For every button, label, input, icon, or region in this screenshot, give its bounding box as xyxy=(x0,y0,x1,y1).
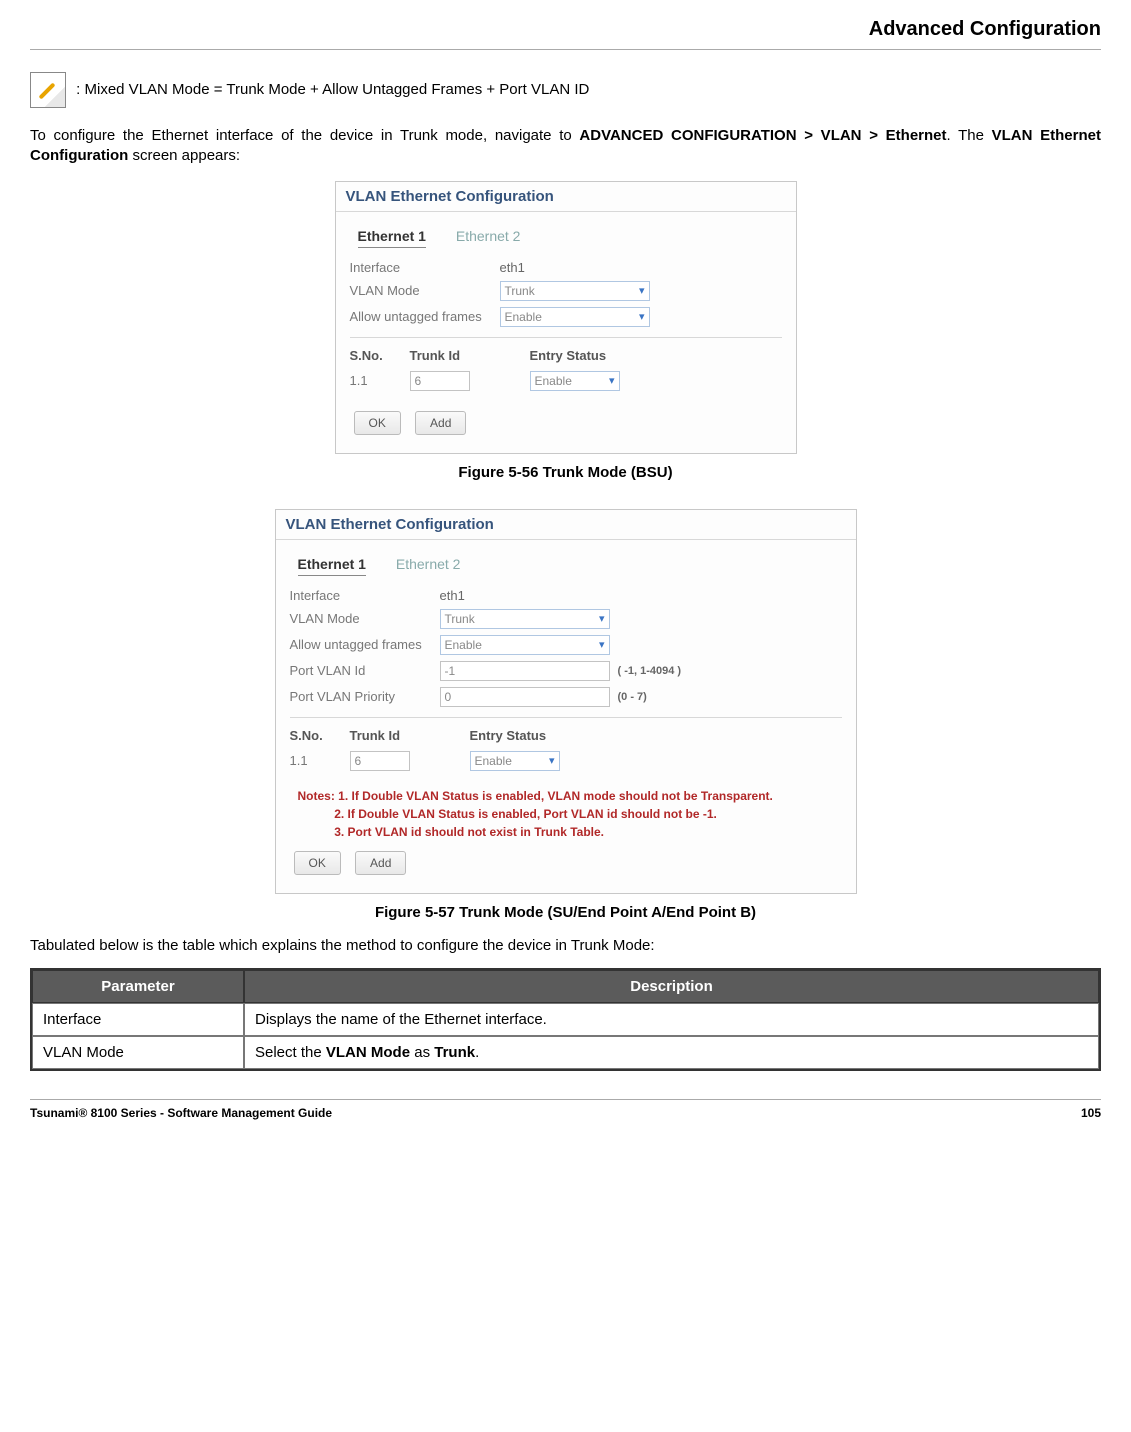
note-line: : Mixed VLAN Mode = Trunk Mode + Allow U… xyxy=(30,72,1101,108)
td-sno: 1.1 xyxy=(290,753,350,768)
divider xyxy=(30,49,1101,50)
port-vlan-id-range: ( -1, 1-4094 ) xyxy=(618,665,682,677)
figure-5-56-caption: Figure 5-56 Trunk Mode (BSU) xyxy=(30,464,1101,481)
vlan-mode-value: Trunk xyxy=(505,284,535,298)
vlan-mode-label: VLAN Mode xyxy=(290,611,440,626)
td-param: Interface xyxy=(32,1003,244,1036)
intro-path: ADVANCED CONFIGURATION > VLAN > Ethernet xyxy=(579,127,946,144)
interface-label: Interface xyxy=(350,260,500,275)
add-button[interactable]: Add xyxy=(355,851,406,875)
th-parameter: Parameter xyxy=(32,970,244,1003)
add-button[interactable]: Add xyxy=(415,411,466,435)
allow-untagged-value: Enable xyxy=(445,638,482,652)
page-header: Advanced Configuration xyxy=(30,18,1101,41)
port-vlan-priority-input[interactable]: 0 xyxy=(440,687,610,707)
td-desc: Select the VLAN Mode as Trunk. xyxy=(244,1036,1099,1069)
ok-button[interactable]: OK xyxy=(294,851,341,875)
intro-post2: screen appears: xyxy=(128,147,240,164)
panel2-notes: Notes: 1. If Double VLAN Status is enabl… xyxy=(298,787,842,841)
footer-left: Tsunami® 8100 Series - Software Manageme… xyxy=(30,1106,332,1120)
ok-button[interactable]: OK xyxy=(354,411,401,435)
note-1: 1. If Double VLAN Status is enabled, VLA… xyxy=(338,789,773,803)
intro-post1: . The xyxy=(947,127,992,144)
port-vlan-id-label: Port VLAN Id xyxy=(290,663,440,678)
panel1-title: VLAN Ethernet Configuration xyxy=(336,182,796,212)
th-trunk: Trunk Id xyxy=(410,348,530,363)
allow-untagged-label: Allow untagged frames xyxy=(350,309,500,324)
interface-value: eth1 xyxy=(440,588,465,603)
table-row: VLAN Mode Select the VLAN Mode as Trunk. xyxy=(32,1036,1099,1069)
interface-label: Interface xyxy=(290,588,440,603)
tab-ethernet2[interactable]: Ethernet 2 xyxy=(396,556,461,575)
interface-value: eth1 xyxy=(500,260,525,275)
vlan-mode-label: VLAN Mode xyxy=(350,283,500,298)
vlan-panel-su: VLAN Ethernet Configuration Ethernet 1 E… xyxy=(275,509,857,894)
note-3: 3. Port VLAN id should not exist in Trun… xyxy=(334,825,604,839)
allow-untagged-select[interactable]: Enable ▾ xyxy=(440,635,610,655)
footer-divider xyxy=(30,1099,1101,1100)
th-description: Description xyxy=(244,970,1099,1003)
tab-ethernet1[interactable]: Ethernet 1 xyxy=(298,556,366,576)
th-entry: Entry Status xyxy=(470,728,842,743)
entry-status-value: Enable xyxy=(475,754,512,768)
entry-status-select[interactable]: Enable ▾ xyxy=(470,751,560,771)
intro-paragraph: To configure the Ethernet interface of t… xyxy=(30,126,1101,167)
trunk-id-input[interactable]: 6 xyxy=(350,751,410,771)
th-trunk: Trunk Id xyxy=(350,728,470,743)
th-sno: S.No. xyxy=(350,348,410,363)
table-intro: Tabulated below is the table which expla… xyxy=(30,937,1101,954)
chevron-down-icon: ▾ xyxy=(639,284,645,297)
chevron-down-icon: ▾ xyxy=(609,374,615,387)
notes-head: Notes: xyxy=(298,789,339,803)
entry-status-value: Enable xyxy=(535,374,572,388)
table-row: Interface Displays the name of the Ether… xyxy=(32,1003,1099,1036)
port-vlan-priority-range: (0 - 7) xyxy=(618,691,647,703)
td-sno: 1.1 xyxy=(350,373,410,388)
chevron-down-icon: ▾ xyxy=(599,612,605,625)
vlan-mode-value: Trunk xyxy=(445,612,475,626)
chevron-down-icon: ▾ xyxy=(549,754,555,767)
th-entry: Entry Status xyxy=(530,348,782,363)
panel2-title: VLAN Ethernet Configuration xyxy=(276,510,856,540)
figure-5-57-caption: Figure 5-57 Trunk Mode (SU/End Point A/E… xyxy=(30,904,1101,921)
vlan-mode-select[interactable]: Trunk ▾ xyxy=(500,281,650,301)
note-text: : Mixed VLAN Mode = Trunk Mode + Allow U… xyxy=(76,81,589,98)
allow-untagged-value: Enable xyxy=(505,310,542,324)
allow-untagged-select[interactable]: Enable ▾ xyxy=(500,307,650,327)
port-vlan-id-input[interactable]: -1 xyxy=(440,661,610,681)
th-sno: S.No. xyxy=(290,728,350,743)
vlan-panel-bsu: VLAN Ethernet Configuration Ethernet 1 E… xyxy=(335,181,797,454)
parameters-table: Parameter Description Interface Displays… xyxy=(30,968,1101,1071)
trunk-id-input[interactable]: 6 xyxy=(410,371,470,391)
chevron-down-icon: ▾ xyxy=(639,310,645,323)
footer-right: 105 xyxy=(1081,1106,1101,1120)
chevron-down-icon: ▾ xyxy=(599,638,605,651)
td-desc: Displays the name of the Ethernet interf… xyxy=(244,1003,1099,1036)
td-param: VLAN Mode xyxy=(32,1036,244,1069)
tab-ethernet2[interactable]: Ethernet 2 xyxy=(456,228,521,247)
note-2: 2. If Double VLAN Status is enabled, Por… xyxy=(334,807,717,821)
entry-status-select[interactable]: Enable ▾ xyxy=(530,371,620,391)
note-icon xyxy=(30,72,66,108)
intro-pre: To configure the Ethernet interface of t… xyxy=(30,127,579,144)
port-vlan-priority-label: Port VLAN Priority xyxy=(290,689,440,704)
vlan-mode-select[interactable]: Trunk ▾ xyxy=(440,609,610,629)
tab-ethernet1[interactable]: Ethernet 1 xyxy=(358,228,426,248)
allow-untagged-label: Allow untagged frames xyxy=(290,637,440,652)
